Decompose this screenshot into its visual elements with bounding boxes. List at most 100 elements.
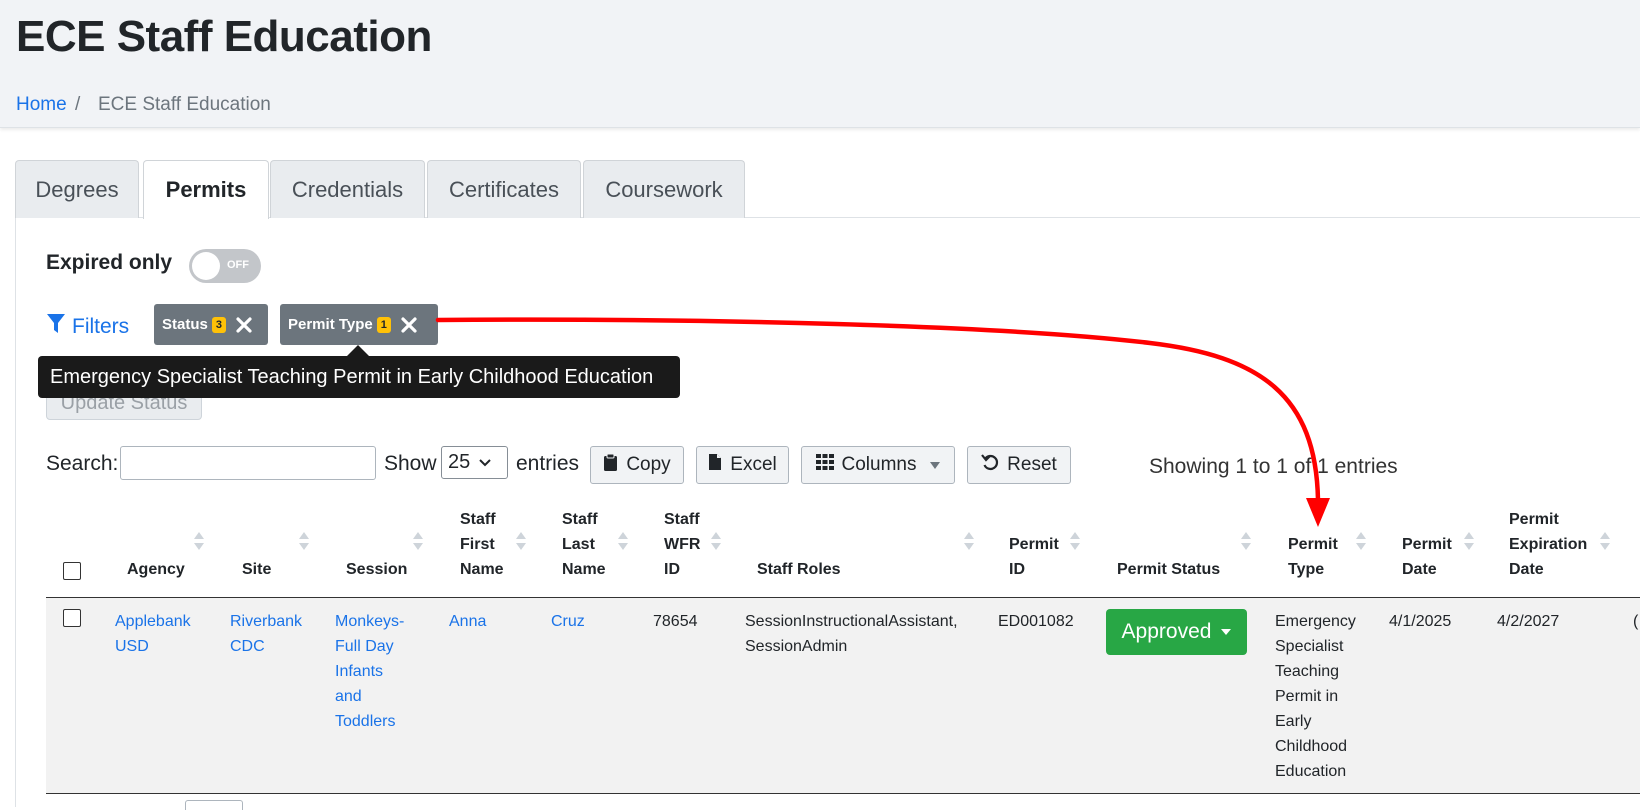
filter-chip-status[interactable]: Status 3 — [154, 304, 268, 345]
copy-label: Copy — [626, 454, 671, 475]
tab-degrees[interactable]: Degrees — [15, 160, 139, 218]
tab-coursework[interactable]: Coursework — [583, 160, 745, 218]
copy-button[interactable]: Copy — [590, 446, 684, 484]
permit-status-label: Approved — [1121, 620, 1212, 643]
cell-line: USD — [115, 638, 149, 655]
header-line: First — [460, 536, 495, 553]
cell-line: Early — [1275, 713, 1312, 730]
filter-chip-count: 1 — [376, 316, 391, 333]
page-size-select[interactable]: 25 — [441, 446, 508, 479]
sort-icon[interactable] — [299, 532, 309, 552]
sort-icon[interactable] — [711, 532, 721, 552]
reset-label: Reset — [1007, 454, 1057, 475]
excel-label: Excel — [730, 454, 777, 475]
staff-roles-cell: SessionInstructionalAssistant, SessionAd… — [745, 609, 958, 659]
cell-line: Teaching — [1275, 663, 1340, 680]
col-header-staff-roles[interactable]: Staff Roles — [757, 557, 841, 582]
search-input[interactable] — [120, 446, 376, 480]
session-link[interactable]: Monkeys- Full Day Infants and Toddlers — [335, 609, 404, 734]
col-header-permit-expiration-date[interactable]: Permit Expiration Date — [1509, 507, 1587, 582]
tooltip-arrow — [347, 345, 369, 356]
chevron-down-icon — [478, 451, 492, 474]
page-title: ECE Staff Education — [16, 12, 432, 61]
sort-icon[interactable] — [618, 532, 628, 552]
close-icon[interactable] — [401, 316, 417, 333]
sort-icon[interactable] — [1241, 532, 1251, 552]
header-line: Permit — [1402, 536, 1452, 553]
col-header-permit-type[interactable]: Permit Type — [1288, 532, 1338, 582]
header-line: Last — [562, 536, 595, 553]
col-header-permit-date[interactable]: Permit Date — [1402, 532, 1452, 582]
cell-line: Monkeys- — [335, 613, 405, 630]
col-header-session[interactable]: Session — [346, 557, 407, 582]
last-name-link[interactable]: Cruz — [551, 609, 585, 634]
expired-only-label: Expired only — [46, 251, 173, 274]
sort-icon[interactable] — [964, 532, 974, 552]
permit-status-dropdown[interactable]: Approved — [1106, 609, 1247, 655]
toggle-state-text: OFF — [227, 259, 249, 271]
header-line: Type — [1288, 561, 1325, 578]
col-header-staff-last-name[interactable]: Staff Last Name — [562, 507, 606, 582]
undo-icon — [981, 453, 999, 477]
cell-line: Full Day — [335, 638, 394, 655]
page-size-value: 25 — [448, 451, 471, 473]
permit-id-cell: ED001082 — [998, 613, 1074, 630]
col-header-permit-status[interactable]: Permit Status — [1117, 557, 1220, 582]
header-line: Permit — [1288, 536, 1338, 553]
close-icon[interactable] — [236, 316, 252, 333]
cell-line: Permit in — [1275, 688, 1339, 705]
cell-line: Emergency — [1275, 613, 1356, 630]
cell-line: Riverbank — [230, 613, 303, 630]
sort-icon[interactable] — [194, 532, 204, 552]
header-line: Permit — [1009, 536, 1059, 553]
reset-button[interactable]: Reset — [967, 446, 1071, 484]
col-header-staff-wfr-id[interactable]: Staff WFR ID — [664, 507, 700, 582]
sort-icon[interactable] — [1600, 532, 1610, 552]
pagination-stub[interactable] — [185, 800, 243, 810]
filters-label: Filters — [72, 315, 130, 338]
sort-icon[interactable] — [516, 532, 526, 552]
filter-chip-count: 3 — [211, 316, 226, 333]
select-all-checkbox[interactable] — [63, 562, 81, 580]
col-header-site[interactable]: Site — [242, 557, 271, 582]
col-header-permit-id[interactable]: Permit ID — [1009, 532, 1059, 582]
caret-down-icon — [1221, 629, 1232, 635]
filter-icon — [46, 313, 66, 341]
caret-down-icon — [930, 454, 941, 476]
grid-icon — [815, 454, 834, 476]
expired-only-toggle[interactable]: OFF — [189, 249, 261, 283]
first-name-link[interactable]: Anna — [449, 609, 486, 634]
columns-label: Columns — [841, 454, 917, 475]
showing-entries-info: Showing 1 to 1 of 1 entries — [1149, 455, 1398, 478]
tab-certificates[interactable]: Certificates — [427, 160, 581, 218]
breadcrumb-home-link[interactable]: Home — [16, 94, 67, 116]
agency-link[interactable]: Applebank USD — [115, 609, 191, 659]
cell-line: Childhood — [1275, 738, 1348, 755]
site-link[interactable]: Riverbank CDC — [230, 609, 302, 659]
sort-icon[interactable] — [1464, 532, 1474, 552]
filter-chip-permit-type[interactable]: Permit Type 1 — [280, 304, 438, 345]
wfr-id-cell: 78654 — [653, 613, 698, 630]
header-line: WFR — [664, 536, 701, 553]
clipboard-icon — [603, 453, 618, 478]
cell-line: SessionAdmin — [745, 638, 848, 655]
search-label: Search: — [46, 452, 119, 475]
sort-icon[interactable] — [1356, 532, 1366, 552]
filter-chip-label: Permit Type — [288, 316, 373, 333]
header-line: ID — [1009, 561, 1025, 578]
permit-type-tooltip: Emergency Specialist Teaching Permit in … — [38, 356, 680, 398]
row-checkbox[interactable] — [63, 609, 81, 627]
tab-permits[interactable]: Permits — [143, 160, 269, 219]
tab-panel-border — [15, 217, 16, 807]
sort-icon[interactable] — [413, 532, 423, 552]
sort-icon[interactable] — [1070, 532, 1080, 552]
col-header-staff-first-name[interactable]: Staff First Name — [460, 507, 504, 582]
header-line: Date — [1509, 561, 1544, 578]
excel-button[interactable]: Excel — [696, 446, 789, 484]
filters-button[interactable]: Filters — [46, 314, 129, 340]
cell-line: Education — [1275, 763, 1347, 780]
col-header-agency[interactable]: Agency — [127, 557, 185, 582]
tab-credentials[interactable]: Credentials — [270, 160, 425, 218]
columns-button[interactable]: Columns — [801, 446, 955, 484]
breadcrumb-separator: / — [75, 94, 81, 115]
